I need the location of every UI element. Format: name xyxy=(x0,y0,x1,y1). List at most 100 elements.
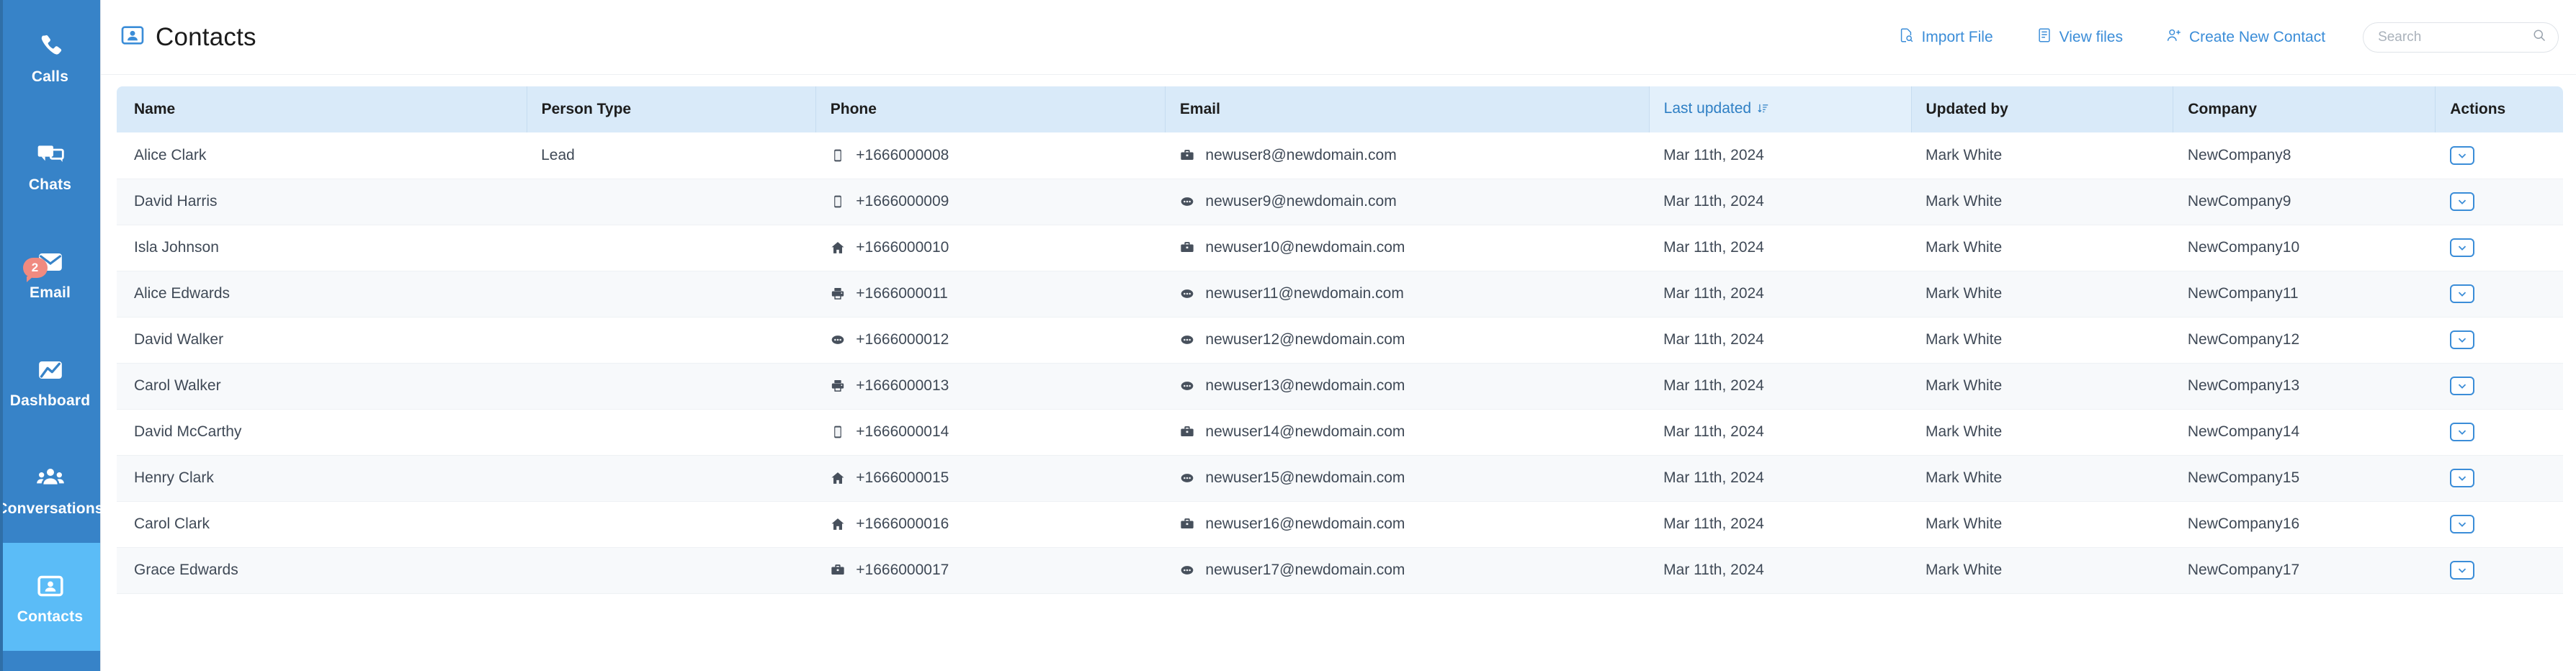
briefcase-icon xyxy=(830,562,846,578)
chevron-down-icon xyxy=(2456,518,2469,531)
row-actions-button[interactable] xyxy=(2449,192,2474,211)
main-content: Contacts Import File View files Create N… xyxy=(101,0,2576,671)
table-row[interactable]: Henry Clark +1666000015 newuser15@newdomai… xyxy=(117,455,2564,502)
cell-phone: +1666000008 xyxy=(815,132,1166,179)
printer-icon xyxy=(830,378,846,394)
sort-desc-icon[interactable] xyxy=(1757,102,1769,119)
cell-actions xyxy=(2435,271,2564,318)
view-files-label: View files xyxy=(2059,28,2123,45)
row-actions-button[interactable] xyxy=(2449,515,2474,533)
cell-email-text: newuser16@newdomain.com xyxy=(1205,515,1405,532)
cell-phone: +1666000009 xyxy=(815,179,1166,225)
cell-email: newuser17@newdomain.com xyxy=(1165,547,1650,594)
table-row[interactable]: Carol Clark +1666000016 newuser16@newdomai… xyxy=(117,501,2564,548)
ellipsis-icon xyxy=(1179,332,1195,348)
cell-person-type xyxy=(527,317,816,364)
list-document-icon xyxy=(2036,27,2052,48)
cell-name: Henry Clark xyxy=(117,455,527,502)
cell-email: newuser14@newdomain.com xyxy=(1165,409,1650,456)
cell-phone-text: +1666000008 xyxy=(856,146,949,163)
column-header-label: Updated by xyxy=(1926,101,2008,117)
chevron-down-icon xyxy=(2456,195,2469,208)
table-row[interactable]: David Harris +1666000009 newuser9@newdomai… xyxy=(117,179,2564,225)
cell-person-type xyxy=(527,547,816,594)
table-row[interactable]: Isla Johnson +1666000010 newuser10@newdoma… xyxy=(117,225,2564,271)
view-files-button[interactable]: View files xyxy=(2015,27,2145,48)
row-actions-button[interactable] xyxy=(2449,561,2474,580)
import-file-label: Import File xyxy=(1921,28,1993,45)
table-row[interactable]: David Walker +1666000012 newuser12@newdoma… xyxy=(117,317,2564,364)
column-header-last-updated[interactable]: Last updated xyxy=(1649,86,1912,132)
home-icon xyxy=(830,470,846,486)
search-icon[interactable] xyxy=(2532,28,2546,46)
sidebar-item-label: Chats xyxy=(28,176,72,193)
dashboard-icon xyxy=(35,354,66,386)
cell-company: NewCompany9 xyxy=(2173,179,2436,225)
row-actions-button[interactable] xyxy=(2449,423,2474,441)
cell-name: Grace Edwards xyxy=(117,547,527,594)
cell-email-text: newuser8@newdomain.com xyxy=(1205,146,1397,163)
column-header-company[interactable]: Company xyxy=(2173,86,2436,132)
table-row[interactable]: Carol Walker +1666000013 newuser13@newdoma… xyxy=(117,363,2564,410)
column-header-label: Email xyxy=(1179,101,1220,117)
sidebar-item-chats[interactable]: Chats xyxy=(0,111,100,219)
ellipsis-icon xyxy=(830,332,846,348)
cell-updated-by: Mark White xyxy=(1911,409,2173,456)
column-header-label: Phone xyxy=(830,101,877,117)
column-header-phone[interactable]: Phone xyxy=(815,86,1166,132)
top-bar: Contacts Import File View files Create N… xyxy=(101,0,2576,75)
email-unread-badge: 2 xyxy=(22,257,48,282)
table-row[interactable]: Alice Clark Lead +1666000008 newuser8@newdo… xyxy=(117,132,2564,179)
column-header-updated-by[interactable]: Updated by xyxy=(1911,86,2174,132)
cell-phone-text: +1666000016 xyxy=(856,515,949,532)
cell-email-text: newuser17@newdomain.com xyxy=(1205,562,1405,578)
cell-phone-text: +1666000014 xyxy=(856,423,949,440)
cell-company: NewCompany15 xyxy=(2173,455,2436,502)
create-new-contact-button[interactable]: Create New Contact xyxy=(2145,27,2347,48)
page-title: Contacts xyxy=(156,22,256,51)
row-actions-button[interactable] xyxy=(2449,284,2474,303)
row-actions-button[interactable] xyxy=(2449,238,2474,257)
row-actions-button[interactable] xyxy=(2449,145,2474,165)
column-header-person-type[interactable]: Person Type xyxy=(527,86,816,132)
sidebar-item-email[interactable]: 2 Email xyxy=(0,219,100,327)
sidebar-item-dashboard[interactable]: Dashboard xyxy=(0,327,100,435)
cell-last-updated: Mar 11th, 2024 xyxy=(1649,501,1912,548)
row-actions-button[interactable] xyxy=(2449,377,2474,395)
cell-phone-text: +1666000009 xyxy=(856,193,949,210)
cell-last-updated: Mar 11th, 2024 xyxy=(1649,132,1912,179)
cell-last-updated: Mar 11th, 2024 xyxy=(1649,225,1912,271)
top-bar-actions: Import File View files Create New Contac… xyxy=(1877,22,2559,53)
sidebar-item-contacts[interactable]: Contacts xyxy=(0,543,100,651)
search-box[interactable] xyxy=(2363,22,2559,53)
column-header-email[interactable]: Email xyxy=(1165,86,1650,132)
search-input[interactable] xyxy=(2378,29,2533,45)
column-header-name[interactable]: Name xyxy=(117,86,527,132)
column-header-actions[interactable]: Actions xyxy=(2435,86,2564,132)
table-row[interactable]: Alice Edwards +1666000011 newuser11@newdom… xyxy=(117,271,2564,318)
cell-updated-by: Mark White xyxy=(1911,455,2173,502)
cell-actions xyxy=(2435,317,2564,364)
table-row[interactable]: Grace Edwards +1666000017 newuser17@newdom… xyxy=(117,547,2564,594)
sidebar-item-conversations[interactable]: Conversations xyxy=(0,435,104,543)
cell-phone-text: +1666000012 xyxy=(856,331,949,348)
cell-phone: +1666000010 xyxy=(815,225,1166,271)
row-actions-button[interactable] xyxy=(2449,469,2474,487)
sidebar-item-calls[interactable]: Calls xyxy=(0,3,100,111)
cell-phone-text: +1666000010 xyxy=(856,239,949,256)
cell-last-updated: Mar 11th, 2024 xyxy=(1649,455,1912,502)
cell-last-updated: Mar 11th, 2024 xyxy=(1649,409,1912,456)
cell-last-updated: Mar 11th, 2024 xyxy=(1649,363,1912,410)
cell-phone: +1666000014 xyxy=(815,409,1166,456)
ellipsis-icon xyxy=(1179,378,1195,394)
cell-phone: +1666000011 xyxy=(815,271,1166,318)
import-file-button[interactable]: Import File xyxy=(1877,27,2014,48)
row-actions-button[interactable] xyxy=(2449,330,2474,349)
table-row[interactable]: David McCarthy +1666000014 newuser14@newdo… xyxy=(117,409,2564,456)
user-plus-icon xyxy=(2166,27,2182,48)
cell-last-updated: Mar 11th, 2024 xyxy=(1649,547,1912,594)
cell-company: NewCompany10 xyxy=(2173,225,2436,271)
file-search-icon xyxy=(1898,27,1914,48)
cell-person-type: Lead xyxy=(527,132,816,179)
cell-last-updated: Mar 11th, 2024 xyxy=(1649,317,1912,364)
